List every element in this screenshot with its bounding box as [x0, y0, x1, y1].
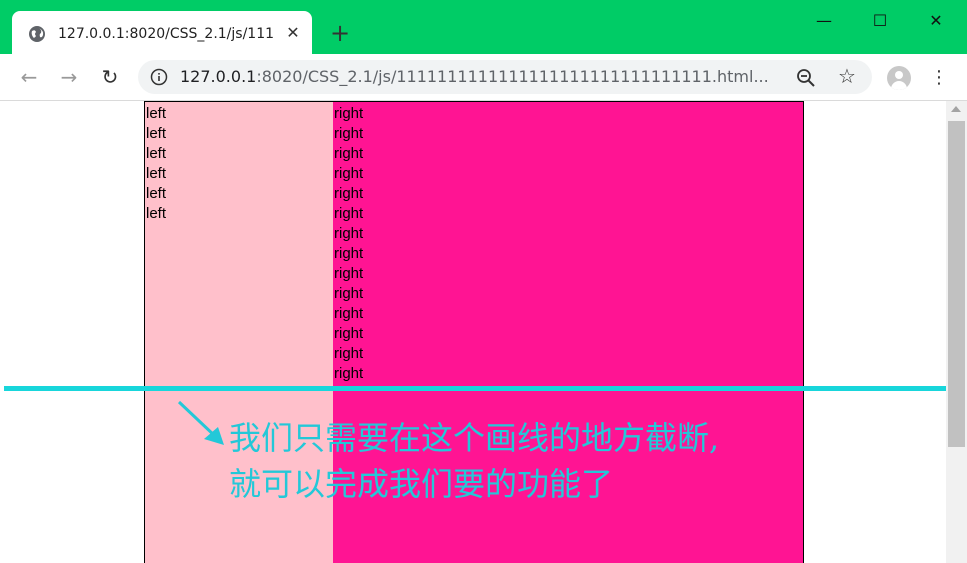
annotation-line-1: 我们只需要在这个画线的地方截断,	[229, 419, 720, 457]
tab-close-icon[interactable]: ✕	[283, 23, 303, 43]
reload-icon[interactable]: ↻	[97, 64, 123, 90]
zoom-icon[interactable]	[796, 68, 816, 88]
right-line: right	[334, 105, 364, 122]
close-window-button[interactable]: ✕	[922, 8, 950, 36]
vertical-scrollbar[interactable]	[946, 101, 967, 563]
right-line: right	[334, 365, 364, 382]
right-line: right	[334, 185, 364, 202]
url-host: 127.0.0.1	[180, 67, 257, 86]
url-text[interactable]: 127.0.0.1:8020/CSS_2.1/js/11111111111111…	[180, 67, 769, 87]
title-bar: 127.0.0.1:8020/CSS_2.1/js/11111111111111…	[0, 0, 967, 55]
annotation-line-2: 就可以完成我们要的功能了	[229, 465, 614, 503]
tab-title: 127.0.0.1:8020/CSS_2.1/js/11111111111111…	[58, 26, 274, 42]
url-path: :8020/CSS_2.1/js/11111111111111111111111…	[256, 67, 769, 86]
left-column-text: left left left left left left	[146, 104, 166, 224]
right-column-text: right right right right right right righ…	[334, 104, 363, 384]
scrollbar-thumb[interactable]	[948, 121, 965, 447]
right-line: right	[334, 125, 364, 142]
info-icon[interactable]	[150, 68, 168, 86]
back-arrow-icon[interactable]: ←	[16, 64, 42, 90]
globe-icon	[28, 25, 46, 43]
right-line: right	[334, 305, 364, 322]
right-line: right	[334, 285, 364, 302]
forward-arrow-icon[interactable]: →	[56, 64, 82, 90]
right-line: right	[334, 265, 364, 282]
maximize-button[interactable]: ☐	[866, 8, 894, 36]
scroll-up-arrow-icon[interactable]	[951, 106, 961, 112]
right-line: right	[334, 325, 364, 342]
page-viewport: left left left left left left right righ…	[0, 101, 946, 563]
minimize-button[interactable]: —	[810, 8, 838, 36]
browser-toolbar: ← → ↻ 127.0.0.1:8020/CSS_2.1/js/11111111…	[0, 54, 967, 101]
left-line: left	[146, 185, 167, 202]
menu-dots-icon[interactable]: ⋮	[930, 66, 948, 90]
right-line: right	[334, 205, 364, 222]
left-line: left	[146, 125, 167, 142]
right-line: right	[334, 245, 364, 262]
right-line: right	[334, 145, 364, 162]
left-line: left	[146, 105, 167, 122]
new-tab-button[interactable]: +	[326, 20, 354, 48]
annotation-text: 我们只需要在这个画线的地方截断, 就可以完成我们要的功能了	[229, 415, 719, 507]
right-line: right	[334, 165, 364, 182]
right-line: right	[334, 345, 364, 362]
address-bar[interactable]: 127.0.0.1:8020/CSS_2.1/js/11111111111111…	[138, 60, 872, 94]
left-line: left	[146, 165, 167, 182]
left-line: left	[146, 205, 167, 222]
cut-marker-line	[4, 386, 946, 391]
left-line: left	[146, 145, 167, 162]
right-line: right	[334, 225, 364, 242]
annotation-arrow-icon	[177, 400, 224, 445]
profile-avatar[interactable]	[887, 66, 911, 90]
browser-tab[interactable]: 127.0.0.1:8020/CSS_2.1/js/11111111111111…	[12, 11, 312, 55]
bookmark-star-icon[interactable]: ☆	[836, 65, 858, 87]
